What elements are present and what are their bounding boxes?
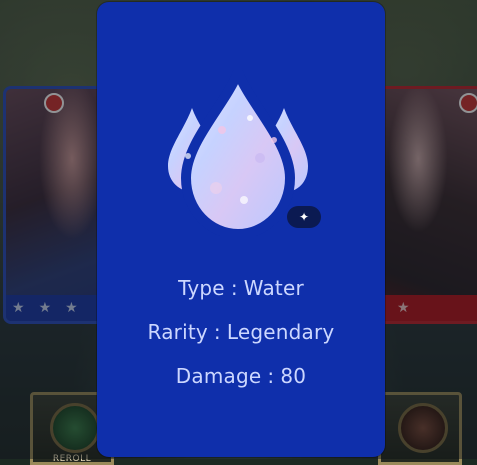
stat-label: Damage — [175, 364, 262, 388]
element-card-modal: ✦ Type: Water Rarity: Legendary Damage:80 — [97, 2, 385, 457]
stat-separator: : — [267, 364, 275, 388]
stat-value: Legendary — [226, 320, 335, 344]
magic-wand-button[interactable]: ✦ — [287, 206, 321, 228]
stat-separator: : — [213, 320, 221, 344]
stat-value: 80 — [280, 364, 307, 388]
stat-rarity: Rarity: Legendary — [97, 320, 385, 344]
stat-label: Rarity — [147, 320, 208, 344]
stat-separator: : — [230, 276, 238, 300]
stat-value: Water — [243, 276, 304, 300]
magic-wand-icon: ✦ — [298, 210, 310, 224]
stat-type: Type: Water — [97, 276, 385, 300]
stat-damage: Damage:80 — [97, 364, 385, 388]
stat-label: Type — [178, 276, 225, 300]
